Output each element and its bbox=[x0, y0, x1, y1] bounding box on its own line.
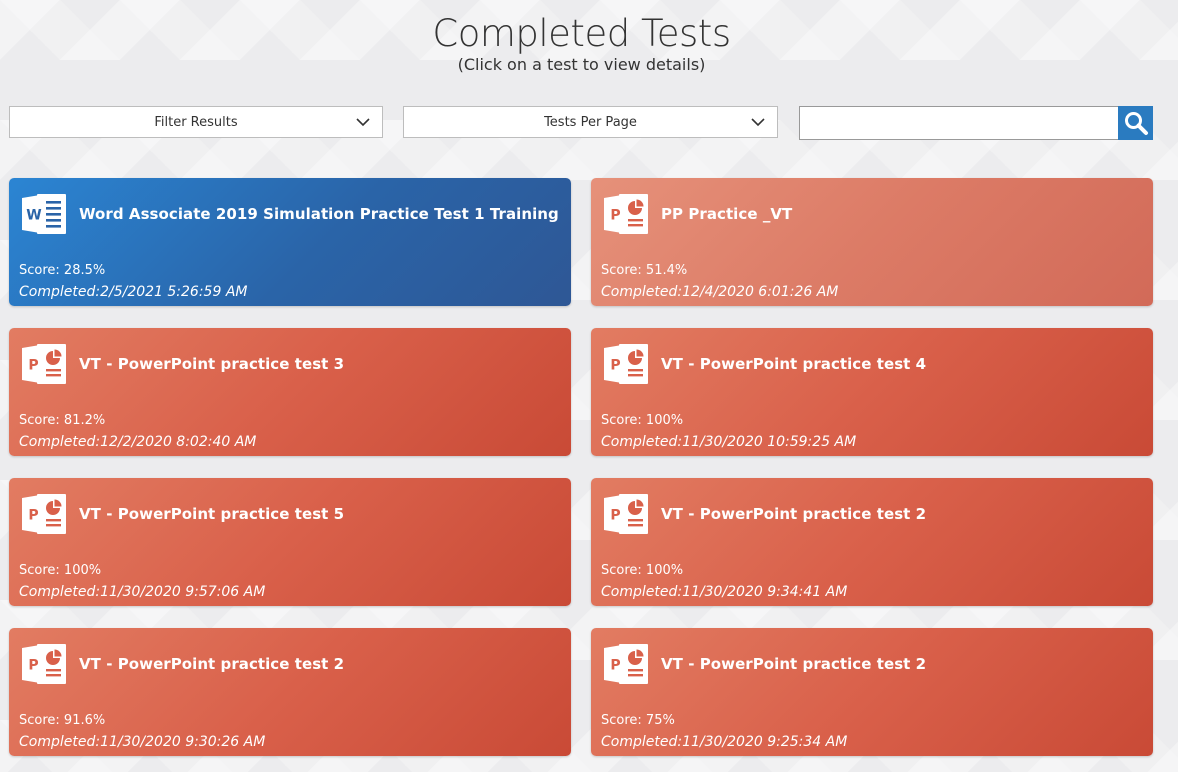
test-card[interactable]: P VT - PowerPoint practice test 5 Score: 1… bbox=[9, 478, 571, 606]
chevron-down-icon bbox=[356, 118, 370, 127]
test-card-completed-date: Completed:12/2/2020 8:02:40 AM bbox=[19, 434, 257, 450]
test-card-completed-date: Completed:11/30/2020 9:34:41 AM bbox=[601, 584, 848, 600]
test-card-score: Score: 51.4% bbox=[601, 263, 688, 278]
test-card-title: PP Practice _VT bbox=[661, 205, 793, 223]
test-card[interactable]: P VT - PowerPoint practice test 3 Score: 8… bbox=[9, 328, 571, 456]
test-card-completed-date: Completed:11/30/2020 9:25:34 AM bbox=[601, 734, 848, 750]
test-card[interactable]: W Word Associate 2019 Simulation Practice… bbox=[9, 178, 571, 306]
test-card-title: VT - PowerPoint practice test 2 bbox=[661, 505, 927, 523]
tests-per-page-label: Tests Per Page bbox=[544, 114, 637, 130]
test-card[interactable]: P VT - PowerPoint practice test 2 Score: 1… bbox=[591, 478, 1153, 606]
powerpoint-app-icon: P bbox=[604, 194, 648, 234]
test-card-title: Word Associate 2019 Simulation Practice … bbox=[79, 205, 559, 223]
test-card[interactable]: P VT - PowerPoint practice test 2 Score: 7… bbox=[591, 628, 1153, 756]
test-card[interactable]: P PP Practice _VT Score: 51.4% Completed:12… bbox=[591, 178, 1153, 306]
test-card-score: Score: 91.6% bbox=[19, 713, 106, 728]
test-card-title: VT - PowerPoint practice test 2 bbox=[661, 655, 927, 673]
powerpoint-app-icon: P bbox=[604, 644, 648, 684]
tests-per-page-dropdown[interactable]: Tests Per Page bbox=[403, 106, 778, 138]
svg-text:P: P bbox=[610, 508, 620, 524]
test-card-score: Score: 81.2% bbox=[19, 413, 106, 428]
word-app-icon: W bbox=[22, 194, 66, 234]
test-card-title: VT - PowerPoint practice test 4 bbox=[661, 355, 927, 373]
filter-results-label: Filter Results bbox=[154, 114, 238, 130]
test-card-score: Score: 75% bbox=[601, 713, 675, 728]
search-input[interactable] bbox=[799, 106, 1119, 140]
test-card-title: VT - PowerPoint practice test 3 bbox=[79, 355, 345, 373]
svg-text:P: P bbox=[28, 508, 38, 524]
svg-text:W: W bbox=[26, 208, 41, 224]
test-card-score: Score: 100% bbox=[601, 563, 684, 578]
page-subtitle: (Click on a test to view details) bbox=[457, 55, 706, 74]
powerpoint-app-icon: P bbox=[22, 344, 66, 384]
test-card-score: Score: 100% bbox=[19, 563, 102, 578]
test-card-completed-date: Completed:11/30/2020 9:30:26 AM bbox=[19, 734, 266, 750]
powerpoint-app-icon: P bbox=[604, 494, 648, 534]
svg-text:P: P bbox=[28, 358, 38, 374]
test-card-completed-date: Completed:11/30/2020 9:57:06 AM bbox=[19, 584, 266, 600]
test-card-score: Score: 28.5% bbox=[19, 263, 106, 278]
chevron-down-icon bbox=[751, 118, 765, 127]
page-title: Completed Tests bbox=[432, 12, 731, 55]
svg-text:P: P bbox=[28, 658, 38, 674]
test-card-completed-date: Completed:2/5/2021 5:26:59 AM bbox=[19, 284, 248, 300]
test-card-completed-date: Completed:11/30/2020 10:59:25 AM bbox=[601, 434, 857, 450]
test-card[interactable]: P VT - PowerPoint practice test 4 Score: 1… bbox=[591, 328, 1153, 456]
test-card-title: VT - PowerPoint practice test 2 bbox=[79, 655, 345, 673]
svg-text:P: P bbox=[610, 208, 620, 224]
svg-text:P: P bbox=[610, 358, 620, 374]
test-card-score: Score: 100% bbox=[601, 413, 684, 428]
powerpoint-app-icon: P bbox=[22, 644, 66, 684]
svg-text:P: P bbox=[610, 658, 620, 674]
filter-results-dropdown[interactable]: Filter Results bbox=[9, 106, 383, 138]
test-card-completed-date: Completed:12/4/2020 6:01:26 AM bbox=[601, 284, 839, 300]
page-header: Completed Tests (Click on a test to view… bbox=[0, 12, 1163, 75]
powerpoint-app-icon: P bbox=[22, 494, 66, 534]
powerpoint-app-icon: P bbox=[604, 344, 648, 384]
search-button[interactable] bbox=[1118, 106, 1153, 140]
test-card-title: VT - PowerPoint practice test 5 bbox=[79, 505, 345, 523]
test-card[interactable]: P VT - PowerPoint practice test 2 Score: 9… bbox=[9, 628, 571, 756]
magnifier-icon bbox=[1124, 112, 1148, 135]
